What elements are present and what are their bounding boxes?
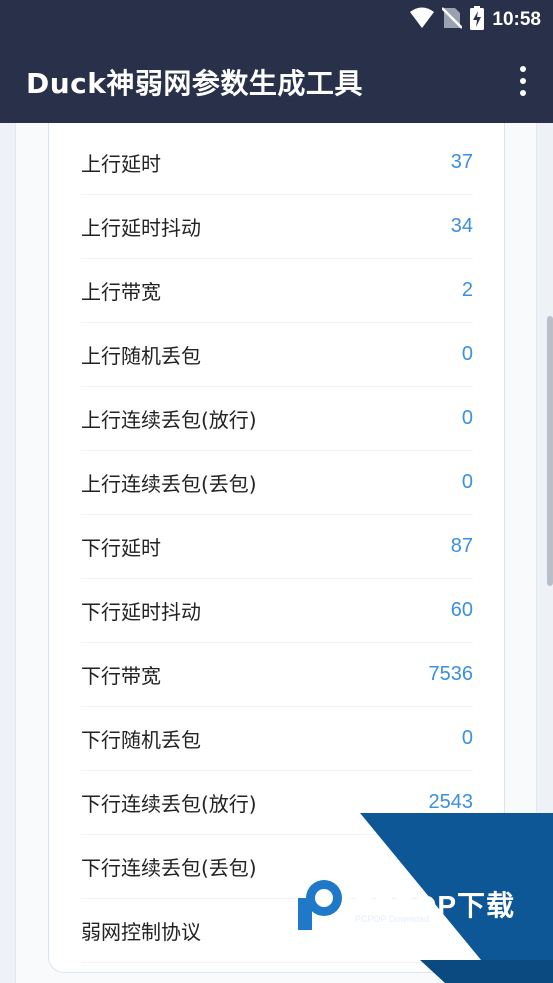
param-row[interactable]: 上行随机丢包 0 — [81, 323, 473, 387]
scrollbar[interactable] — [547, 316, 553, 586]
param-row[interactable]: 上行带宽 2 — [81, 259, 473, 323]
param-label: 上行带宽 — [81, 280, 161, 304]
params-card: 上行延时 37 上行延时抖动 34 上行带宽 2 上行随机丢包 0 上行连续丢包(放行) 0 上行连… — [48, 123, 505, 973]
param-value: 37 — [450, 151, 473, 173]
more-vert-icon[interactable] — [517, 66, 529, 96]
param-label: 下行连续丢包(放行) — [81, 792, 257, 816]
param-value: 7536 — [428, 663, 474, 685]
param-label: 下行延时抖动 — [81, 600, 201, 624]
param-row[interactable]: 上行连续丢包(放行) 0 — [81, 387, 473, 451]
param-row[interactable]: 下行连续丢包(放行) 2543 — [81, 771, 473, 835]
param-value: 2 — [461, 279, 473, 301]
param-row[interactable]: 下行延时抖动 60 — [81, 579, 473, 643]
param-row[interactable]: 下行带宽 7536 — [81, 643, 473, 707]
param-value: 87 — [450, 535, 473, 557]
param-label: 上行延时 — [81, 152, 161, 176]
param-value: 0 — [461, 471, 473, 493]
param-label: 下行连续丢包(丢包) — [81, 856, 257, 880]
no-sim-icon — [441, 6, 464, 34]
param-row[interactable]: 下行随机丢包 0 — [81, 707, 473, 771]
param-value: 0 — [461, 727, 473, 749]
param-row[interactable]: 下行连续丢包(丢包) — [81, 835, 473, 899]
content-area: 上行延时 37 上行延时抖动 34 上行带宽 2 上行随机丢包 0 上行连续丢包(放行) 0 上行连… — [0, 123, 553, 983]
param-label: 下行随机丢包 — [81, 728, 201, 752]
param-label: 上行连续丢包(放行) — [81, 408, 257, 432]
param-row[interactable]: 弱网控制协议 — [81, 899, 473, 963]
param-value: 2543 — [428, 791, 474, 813]
param-value: 0 — [461, 343, 473, 365]
param-row[interactable]: 下行延时 87 — [81, 515, 473, 579]
param-value: 60 — [450, 599, 473, 621]
param-value: 34 — [450, 215, 473, 237]
status-time: 10:58 — [492, 9, 541, 30]
param-label: 下行带宽 — [81, 664, 161, 688]
param-label: 上行随机丢包 — [81, 344, 201, 368]
battery-charging-icon — [470, 6, 485, 34]
param-label: 上行连续丢包(丢包) — [81, 472, 257, 496]
param-label: 弱网控制协议 — [81, 920, 201, 944]
param-row[interactable]: 上行延时 37 — [81, 131, 473, 195]
status-bar: 10:58 — [410, 6, 541, 34]
wifi-icon — [410, 7, 435, 33]
app-bar: 10:58 Duck神弱网参数生成工具 — [0, 0, 553, 123]
param-row[interactable]: 上行连续丢包(丢包) 0 — [81, 451, 473, 515]
param-row[interactable]: 上行延时抖动 34 — [81, 195, 473, 259]
param-label: 上行延时抖动 — [81, 216, 201, 240]
param-value: 0 — [461, 407, 473, 429]
app-title: Duck神弱网参数生成工具 — [26, 67, 363, 100]
param-label: 下行延时 — [81, 536, 161, 560]
